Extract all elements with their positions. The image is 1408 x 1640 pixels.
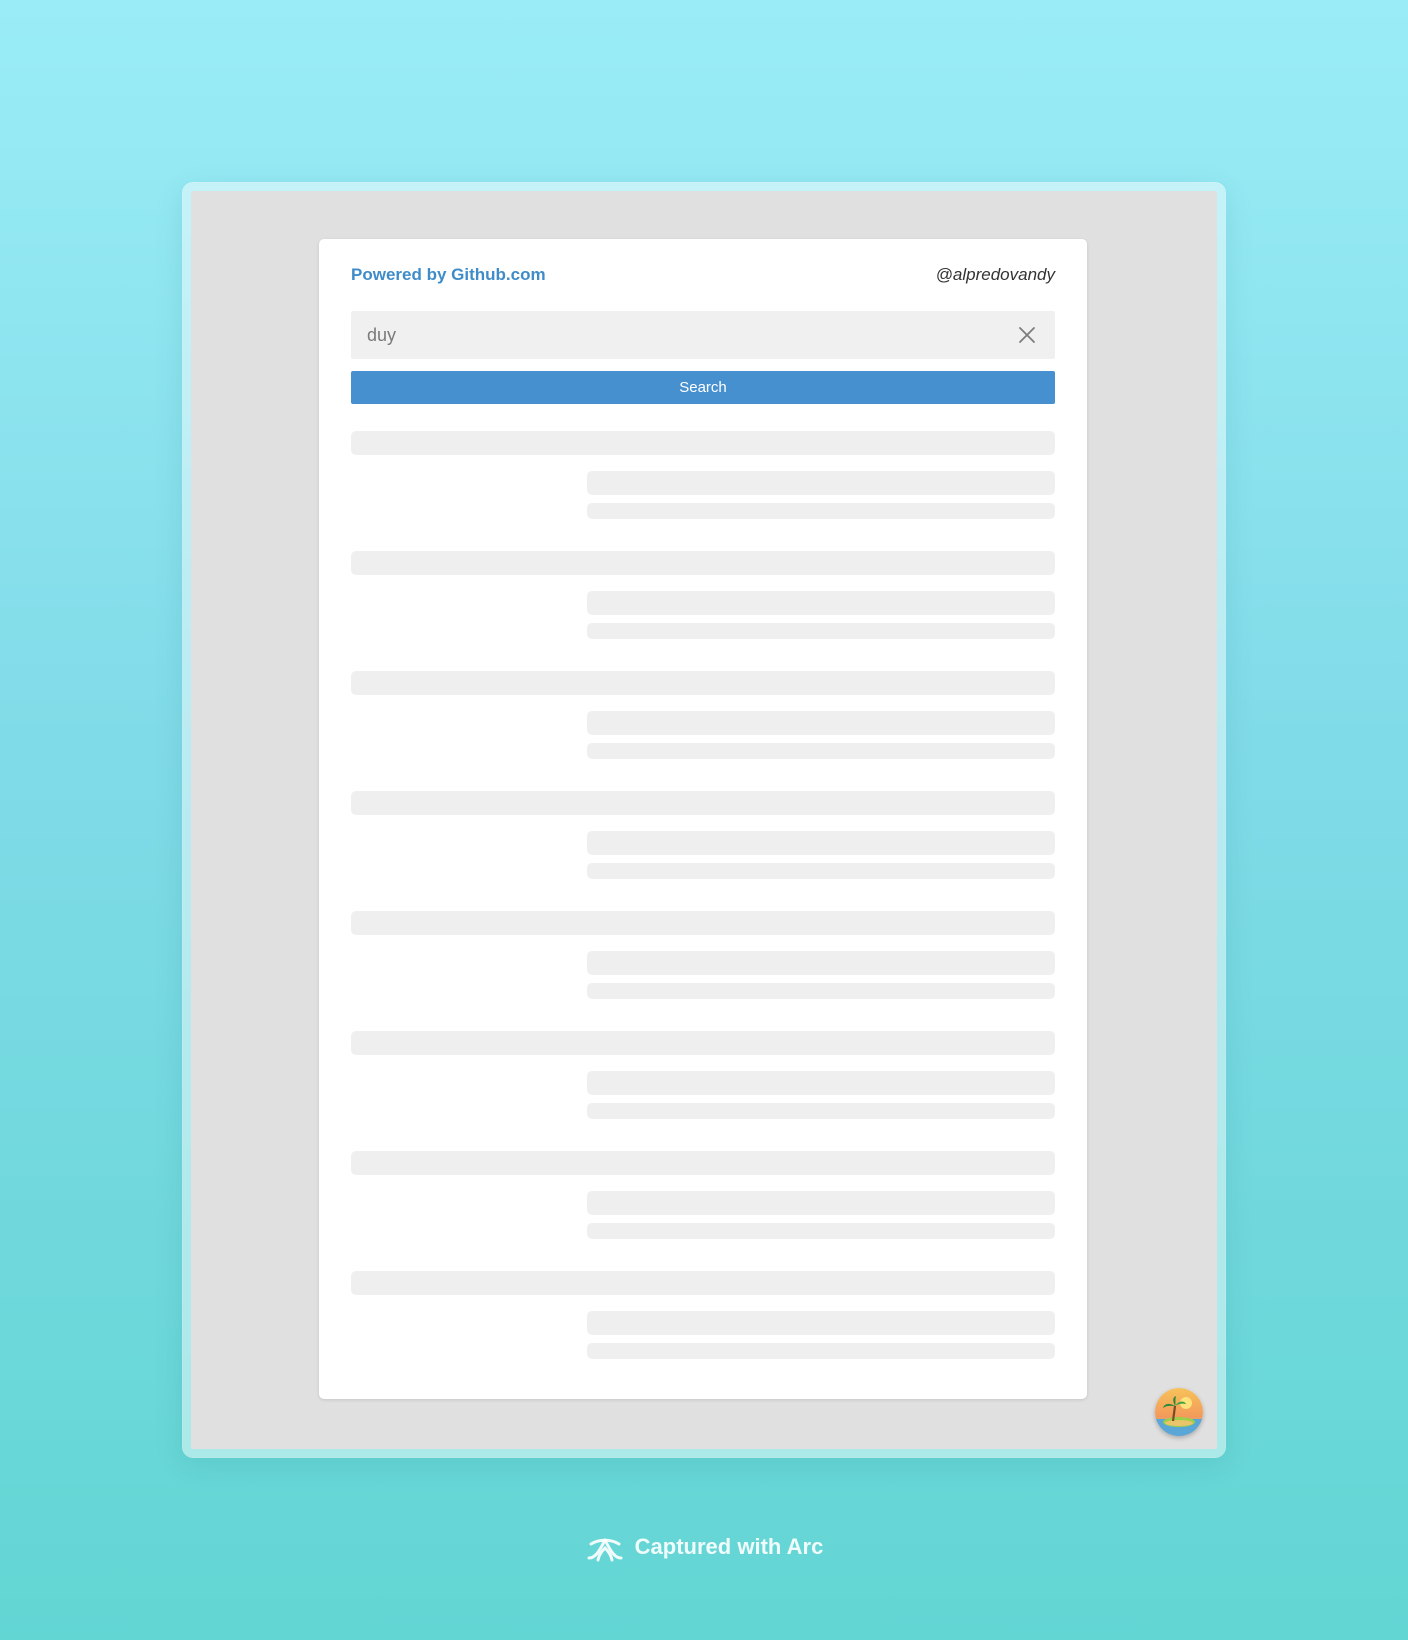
powered-by-link[interactable]: Powered by Github.com	[351, 265, 546, 285]
skeleton-result-title	[351, 671, 1055, 695]
skeleton-result-subline	[587, 1343, 1055, 1359]
island-avatar-icon	[1155, 1388, 1203, 1436]
skeleton-result-title	[351, 1031, 1055, 1055]
skeleton-result-line	[587, 471, 1055, 495]
skeleton-result-subline	[587, 623, 1055, 639]
skeleton-result-line	[587, 711, 1055, 735]
close-icon[interactable]	[1017, 325, 1037, 345]
skeleton-result-line	[587, 591, 1055, 615]
search-button[interactable]: Search	[351, 371, 1055, 404]
skeleton-result-title	[351, 431, 1055, 455]
skeleton-result-subline	[587, 1223, 1055, 1239]
skeleton-result-title	[351, 551, 1055, 575]
skeleton-result-subline	[587, 743, 1055, 759]
skeleton-result-line	[587, 831, 1055, 855]
skeleton-result-title	[351, 791, 1055, 815]
skeleton-result-title	[351, 1151, 1055, 1175]
skeleton-result-title	[351, 911, 1055, 935]
skeleton-result-subline	[587, 983, 1055, 999]
search-input[interactable]	[351, 311, 1007, 359]
footer-text: Captured with Arc	[634, 1534, 824, 1559]
capture-footer: Captured with Arc	[0, 1527, 1408, 1567]
arc-logo-icon	[587, 1538, 623, 1562]
browser-viewport: Powered by Github.com @alpredovandy Sear…	[191, 191, 1217, 1449]
skeleton-result-title	[351, 1271, 1055, 1295]
author-handle[interactable]: @alpredovandy	[936, 265, 1055, 285]
skeleton-result-subline	[587, 863, 1055, 879]
skeleton-result-subline	[587, 1103, 1055, 1119]
screenshot-frame: Powered by Github.com @alpredovandy Sear…	[183, 183, 1225, 1457]
avatar[interactable]	[1155, 1388, 1203, 1436]
search-field[interactable]	[351, 311, 1055, 359]
skeleton-result-line	[587, 1191, 1055, 1215]
skeleton-result-line	[587, 1311, 1055, 1335]
search-card: Powered by Github.com @alpredovandy Sear…	[319, 239, 1087, 1399]
skeleton-result-line	[587, 951, 1055, 975]
skeleton-result-subline	[587, 503, 1055, 519]
skeleton-result-line	[587, 1071, 1055, 1095]
